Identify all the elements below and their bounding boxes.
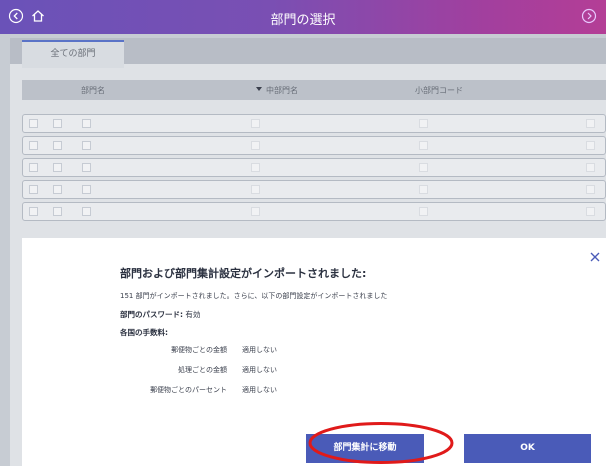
fee-value: 適用しない	[242, 346, 277, 354]
checkbox[interactable]	[251, 119, 260, 128]
checkbox[interactable]	[419, 207, 428, 216]
checkbox[interactable]	[53, 207, 62, 216]
import-summary: 151 部門がインポートされました。さらに、以下の部門設定がインポートされました	[120, 292, 388, 300]
dialog-title: 部門および部門集計設定がインポートされました:	[120, 267, 367, 280]
table-header: 部門名 中部門名 小部門コード	[22, 80, 606, 100]
checkbox[interactable]	[586, 207, 595, 216]
info-circle-icon[interactable]	[581, 8, 597, 24]
column-header-middle-name[interactable]: 中部門名	[266, 85, 298, 96]
password-setting: 部門のパスワード: 有効	[120, 309, 200, 320]
column-header-code[interactable]: 小部門コード	[415, 85, 463, 96]
checkbox[interactable]	[419, 185, 428, 194]
password-label: 部門のパスワード:	[120, 310, 183, 319]
checkbox[interactable]	[251, 207, 260, 216]
checkbox[interactable]	[82, 119, 91, 128]
checkbox[interactable]	[586, 141, 595, 150]
checkbox[interactable]	[251, 141, 260, 150]
title-bar: 部門の選択	[0, 0, 606, 34]
sort-down-icon[interactable]	[255, 86, 263, 92]
checkbox[interactable]	[29, 141, 38, 150]
checkbox[interactable]	[29, 185, 38, 194]
tab-all-departments[interactable]: 全ての部門	[22, 40, 124, 68]
table-row[interactable]	[22, 114, 606, 133]
fee-label: 処理ごとの金額	[178, 366, 227, 374]
checkbox[interactable]	[53, 141, 62, 150]
checkbox[interactable]	[53, 185, 62, 194]
checkbox[interactable]	[82, 141, 91, 150]
checkbox[interactable]	[419, 141, 428, 150]
checkbox[interactable]	[419, 163, 428, 172]
checkbox[interactable]	[82, 207, 91, 216]
table-row[interactable]	[22, 202, 606, 221]
checkbox[interactable]	[53, 119, 62, 128]
ok-button[interactable]: OK	[464, 434, 591, 463]
column-header-name[interactable]: 部門名	[81, 85, 105, 96]
checkbox[interactable]	[586, 119, 595, 128]
close-icon[interactable]	[588, 250, 602, 264]
checkbox[interactable]	[29, 163, 38, 172]
checkbox[interactable]	[82, 163, 91, 172]
checkbox[interactable]	[251, 185, 260, 194]
fee-value: 適用しない	[242, 366, 277, 374]
table-row[interactable]	[22, 136, 606, 155]
go-to-department-summary-button[interactable]: 部門集計に移動	[306, 434, 424, 463]
fee-label: 郵便物ごとの金額	[171, 346, 227, 354]
checkbox[interactable]	[419, 119, 428, 128]
table-row[interactable]	[22, 158, 606, 177]
checkbox[interactable]	[53, 163, 62, 172]
checkbox[interactable]	[29, 119, 38, 128]
checkbox[interactable]	[29, 207, 38, 216]
checkbox[interactable]	[251, 163, 260, 172]
page-title: 部門の選択	[270, 13, 336, 28]
department-table	[22, 114, 606, 224]
fee-value: 適用しない	[242, 386, 277, 394]
checkbox[interactable]	[586, 163, 595, 172]
checkbox[interactable]	[586, 185, 595, 194]
fee-label: 郵便物ごとのパーセント	[150, 386, 227, 394]
password-value: 有効	[185, 310, 201, 319]
table-row[interactable]	[22, 180, 606, 199]
fees-heading: 各国の手数料:	[120, 328, 168, 337]
checkbox[interactable]	[82, 185, 91, 194]
